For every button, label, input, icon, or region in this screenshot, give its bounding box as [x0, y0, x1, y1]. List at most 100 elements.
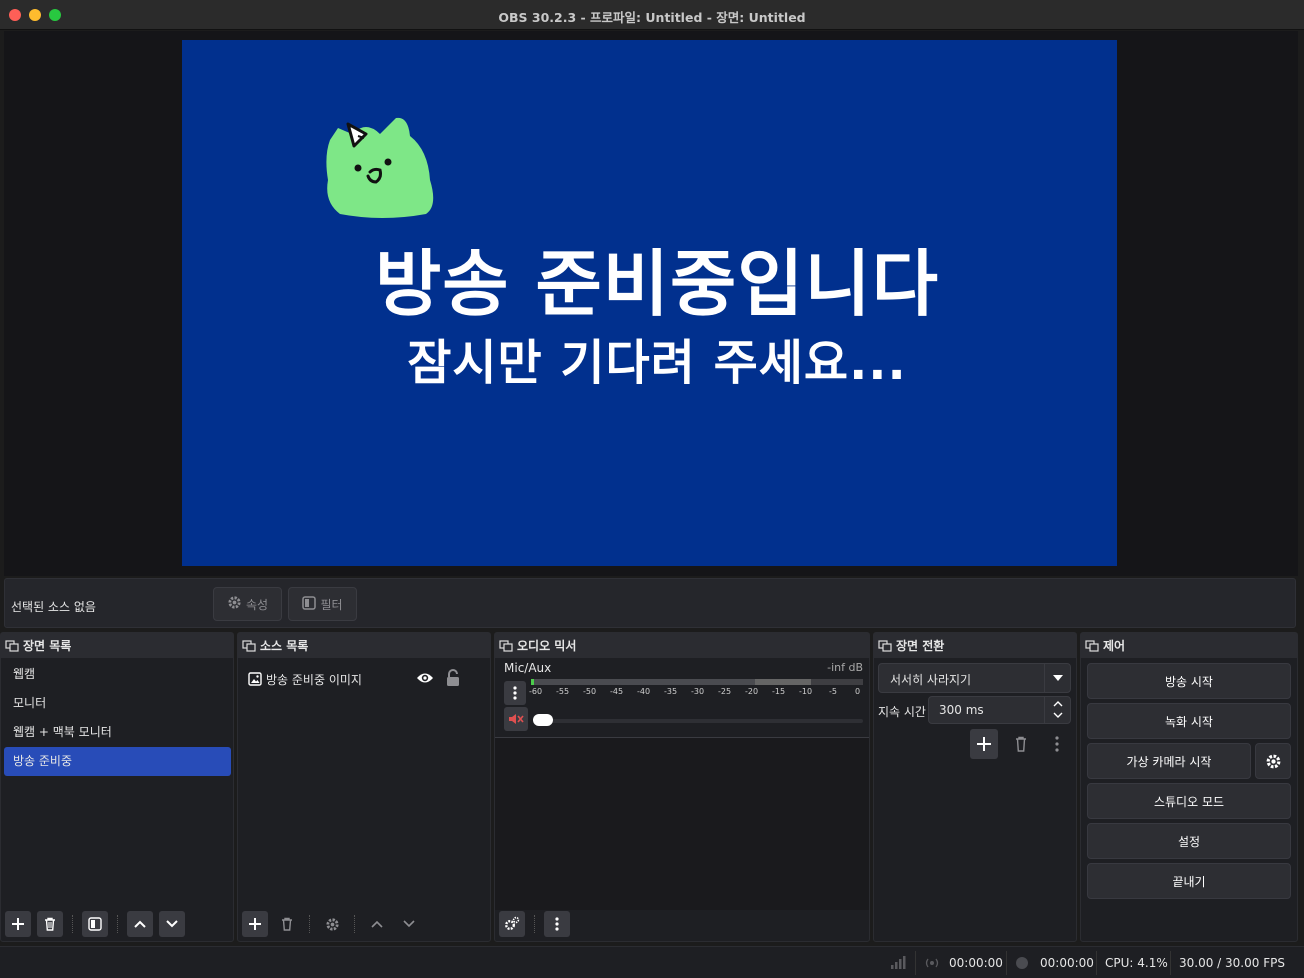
- tick-label: -30: [691, 687, 705, 696]
- window-title: OBS 30.2.3 - 프로파일: Untitled - 장면: Untitl…: [498, 10, 806, 25]
- volume-slider-track[interactable]: [533, 719, 863, 723]
- chevron-down-icon: [1044, 664, 1070, 692]
- tick-label: 0: [855, 687, 861, 696]
- move-scene-down-button[interactable]: [159, 911, 185, 937]
- gear-icon: [227, 595, 242, 613]
- dock-float-icon: [499, 639, 513, 652]
- record-timer: 00:00:00: [1040, 956, 1094, 970]
- mixer-menu-button[interactable]: [544, 911, 570, 937]
- dock-float-icon: [5, 639, 19, 652]
- tick-label: -60: [529, 687, 543, 696]
- controls-title: 제어: [1103, 639, 1126, 653]
- move-scene-up-button[interactable]: [127, 911, 153, 937]
- remove-transition-button[interactable]: [1008, 731, 1034, 757]
- dock-float-icon: [242, 639, 256, 652]
- scene-item[interactable]: 웹캠 + 맥북 모니터: [1, 718, 233, 747]
- add-source-button[interactable]: [242, 911, 268, 937]
- sources-toolbar: [238, 907, 490, 941]
- broadcast-icon: [925, 958, 939, 968]
- title-bar: OBS 30.2.3 - 프로파일: Untitled - 장면: Untitl…: [0, 0, 1304, 30]
- tick-label: -40: [637, 687, 651, 696]
- status-separator: [1170, 951, 1171, 975]
- gear-icon: [1266, 754, 1280, 768]
- add-scene-button[interactable]: [5, 911, 31, 937]
- scenes-dock-title[interactable]: 장면 목록: [1, 633, 233, 658]
- studio-mode-button[interactable]: 스튜디오 모드: [1087, 783, 1291, 819]
- audio-toolbar: [495, 907, 869, 941]
- mascot-image: [326, 117, 434, 218]
- plus-icon: [249, 918, 261, 930]
- start-virtual-camera-button[interactable]: 가상 카메라 시작: [1087, 743, 1251, 779]
- source-properties-button[interactable]: [319, 911, 345, 937]
- mixer-empty-area: [495, 738, 869, 910]
- remove-scene-button[interactable]: [37, 911, 63, 937]
- chevron-down-icon: [166, 920, 178, 928]
- kebab-icon: [1055, 736, 1059, 752]
- tick-label: -5: [829, 687, 837, 696]
- transitions-dock-title[interactable]: 장면 전환: [874, 633, 1076, 658]
- sources-dock-title[interactable]: 소스 목록: [238, 633, 490, 658]
- meter-peak: [531, 679, 534, 685]
- status-bar: 00:00:00 00:00:00 CPU: 4.1% 30.00 / 30.0…: [0, 946, 1304, 978]
- audio-mixer-dock: 오디오 믹서 Mic/Aux -inf dB -60 -55 -50 -45 -…: [494, 632, 870, 942]
- scene-item-selected[interactable]: 방송 준비중: [4, 747, 231, 776]
- transition-menu-button[interactable]: [1044, 731, 1070, 757]
- channel-level: -inf dB: [827, 661, 863, 674]
- duration-input[interactable]: 300 ms: [928, 696, 1071, 724]
- plus-icon: [977, 737, 991, 751]
- filter-icon: [88, 917, 102, 931]
- tick-label: -45: [610, 687, 624, 696]
- scene-item[interactable]: 웹캠: [1, 660, 233, 689]
- advanced-audio-button[interactable]: [499, 911, 525, 937]
- chevron-up-icon: [134, 920, 146, 928]
- fps-readout: 30.00 / 30.00 FPS: [1179, 956, 1285, 970]
- toolbar-separator: [534, 915, 535, 933]
- preview-canvas[interactable]: 방송 준비중입니다 잠시만 기다려 주세요...: [182, 40, 1117, 566]
- eye-icon[interactable]: [416, 671, 434, 685]
- volume-slider-handle[interactable]: [533, 714, 553, 726]
- controls-dock-title[interactable]: 제어: [1081, 633, 1297, 658]
- filters-button[interactable]: 필터: [288, 587, 357, 621]
- transition-select[interactable]: 서서히 사라지기: [878, 663, 1071, 693]
- channel-menu-button[interactable]: [504, 681, 526, 705]
- virtual-camera-settings-button[interactable]: [1255, 743, 1291, 779]
- scene-item[interactable]: 모니터: [1, 689, 233, 718]
- trash-icon: [282, 917, 292, 931]
- duration-stepper[interactable]: [1044, 697, 1070, 723]
- channel-name: Mic/Aux: [504, 661, 552, 675]
- preview-area[interactable]: 방송 준비중입니다 잠시만 기다려 주세요...: [4, 31, 1298, 576]
- tick-label: -50: [583, 687, 597, 696]
- tick-label: -10: [799, 687, 813, 696]
- plus-icon: [12, 918, 24, 930]
- source-label: 방송 준비중 이미지: [266, 672, 362, 687]
- transitions-dock: 장면 전환 서서히 사라지기 지속 시간 300 ms: [873, 632, 1077, 942]
- preview-subline: 잠시만 기다려 주세요...: [407, 335, 907, 391]
- start-streaming-button[interactable]: 방송 시작: [1087, 663, 1291, 699]
- remove-source-button[interactable]: [274, 911, 300, 937]
- toolbar-separator: [117, 915, 118, 933]
- unlock-icon[interactable]: [446, 669, 460, 687]
- transitions-title: 장면 전환: [896, 639, 945, 653]
- properties-button[interactable]: 속성: [213, 587, 282, 621]
- scene-filters-button[interactable]: [82, 911, 108, 937]
- toolbar-separator: [309, 915, 310, 933]
- audio-dock-title[interactable]: 오디오 믹서: [495, 633, 869, 658]
- trash-icon: [45, 917, 55, 931]
- sources-title: 소스 목록: [260, 639, 309, 653]
- chevron-down-icon: [1053, 712, 1063, 718]
- move-source-down-button[interactable]: [396, 911, 422, 937]
- scenes-title: 장면 목록: [23, 639, 72, 653]
- start-recording-button[interactable]: 녹화 시작: [1087, 703, 1291, 739]
- mute-button[interactable]: [504, 707, 528, 731]
- exit-button[interactable]: 끝내기: [1087, 863, 1291, 899]
- add-transition-button[interactable]: [970, 729, 998, 759]
- mixer-channel: Mic/Aux -inf dB -60 -55 -50 -45 -40 -35 …: [497, 659, 867, 739]
- cpu-usage: CPU: 4.1%: [1105, 956, 1168, 970]
- status-separator: [1096, 951, 1097, 975]
- move-source-up-button[interactable]: [364, 911, 390, 937]
- source-item[interactable]: 방송 준비중 이미지: [248, 668, 478, 690]
- tick-label: -15: [772, 687, 786, 696]
- toolbar-separator: [72, 915, 73, 933]
- settings-button[interactable]: 설정: [1087, 823, 1291, 859]
- filters-label: 필터: [320, 597, 343, 612]
